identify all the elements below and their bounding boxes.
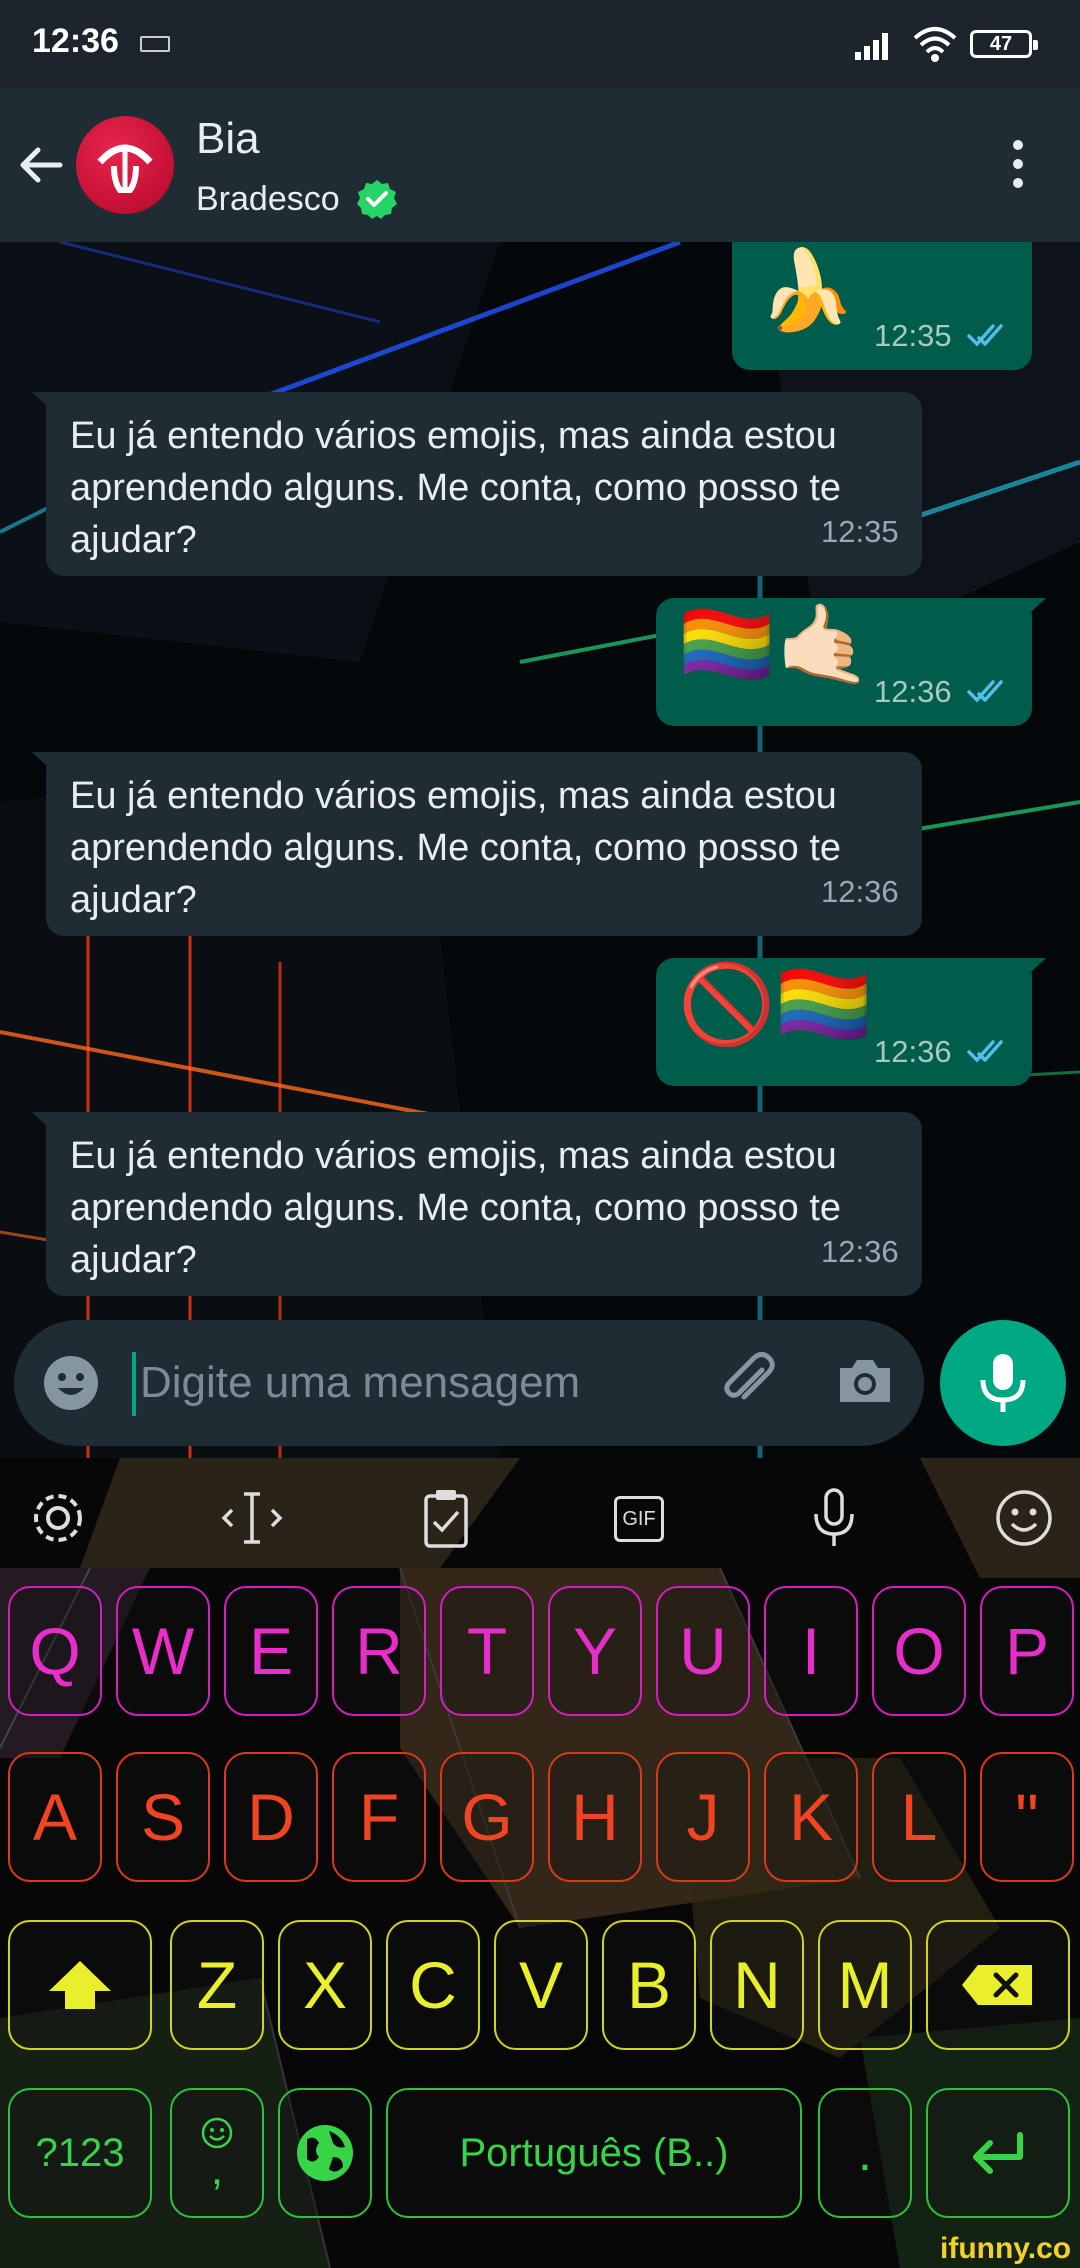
watermark: ifunny.co	[940, 2232, 1072, 2265]
gif-icon[interactable]: GIF	[606, 1484, 674, 1552]
message-text: Eu já entendo vários emojis, mas ainda e…	[70, 415, 842, 561]
period-key[interactable]: .	[818, 2088, 912, 2218]
contact-subtitle[interactable]: Bradesco	[196, 180, 340, 219]
voice-input-icon[interactable]	[800, 1484, 868, 1552]
incoming-message[interactable]: Eu já entendo vários emojis, mas ainda e…	[32, 752, 922, 936]
avatar[interactable]	[76, 116, 174, 214]
key[interactable]: O	[872, 1586, 966, 1716]
key[interactable]: W	[116, 1586, 210, 1716]
battery-level: 47	[989, 33, 1013, 55]
key[interactable]: U	[656, 1586, 750, 1716]
key[interactable]: R	[332, 1586, 426, 1716]
key[interactable]: Q	[8, 1586, 102, 1716]
message-time: 12:36	[874, 674, 952, 709]
more-options-icon[interactable]	[1006, 140, 1030, 196]
bubble-tail	[1016, 598, 1046, 626]
key[interactable]: C	[386, 1920, 480, 2050]
chat-header: Bia Bradesco	[0, 88, 1080, 242]
key[interactable]: V	[494, 1920, 588, 2050]
key[interactable]: S	[116, 1752, 210, 1882]
read-receipt-icon	[967, 1040, 1003, 1063]
message-time: 12:36	[874, 1034, 952, 1069]
key[interactable]: H	[548, 1752, 642, 1882]
verified-badge-icon	[357, 180, 397, 219]
cursor-move-icon[interactable]	[218, 1484, 286, 1552]
emoji-button-icon[interactable]	[42, 1354, 100, 1412]
wifi-icon	[913, 27, 957, 62]
emoji-comma-key[interactable]: ,	[170, 2088, 264, 2218]
keyboard: GIF Q W E R T Y U I O P A S D F G H J K …	[0, 1458, 1080, 2268]
key[interactable]: B	[602, 1920, 696, 2050]
incoming-message[interactable]: Eu já entendo vários emojis, mas ainda e…	[32, 1112, 922, 1296]
signal-icon	[855, 28, 895, 60]
message-time: 12:35	[821, 514, 899, 549]
space-bar[interactable]: Português (B..)	[386, 2088, 802, 2218]
key[interactable]: I	[764, 1586, 858, 1716]
key[interactable]: D	[224, 1752, 318, 1882]
back-arrow-icon[interactable]	[16, 140, 66, 190]
key[interactable]: N	[710, 1920, 804, 2050]
key[interactable]: J	[656, 1752, 750, 1882]
language-key[interactable]	[278, 2088, 372, 2218]
globe-icon	[297, 2125, 353, 2181]
key[interactable]: A	[8, 1752, 102, 1882]
emoji-icon[interactable]	[990, 1484, 1058, 1552]
enter-key[interactable]	[926, 2088, 1070, 2218]
key[interactable]: K	[764, 1752, 858, 1882]
outgoing-message[interactable]: 🚫🏳️‍🌈 12:36	[656, 958, 1046, 1086]
text-caret	[132, 1352, 136, 1416]
message-time: 12:36	[821, 1234, 899, 1269]
gif-label: GIF	[614, 1496, 664, 1542]
message-input[interactable]	[140, 1348, 700, 1418]
keyboard-notification-icon	[140, 36, 170, 52]
voice-message-button[interactable]	[940, 1320, 1066, 1446]
read-receipt-icon	[967, 680, 1003, 703]
message-text: Eu já entendo vários emojis, mas ainda e…	[70, 775, 842, 921]
message-text: Eu já entendo vários emojis, mas ainda e…	[70, 1135, 842, 1281]
bubble-tail	[32, 392, 62, 420]
outgoing-message[interactable]: 🏳️‍🌈🤙🏻 12:36	[656, 598, 1046, 726]
key[interactable]: E	[224, 1586, 318, 1716]
microphone-icon	[980, 1354, 1026, 1412]
clipboard-icon[interactable]	[412, 1484, 480, 1552]
contact-name[interactable]: Bia	[196, 114, 260, 164]
chat-area[interactable]: 🍌 12:35 Eu já entendo vários emojis, mas…	[0, 242, 1080, 1458]
enter-arrow-icon	[973, 2132, 1023, 2174]
key[interactable]: F	[332, 1752, 426, 1882]
symbols-key[interactable]: ?123	[8, 2088, 152, 2218]
bubble-tail	[32, 752, 62, 780]
key[interactable]: T	[440, 1586, 534, 1716]
key[interactable]: M	[818, 1920, 912, 2050]
camera-icon[interactable]	[834, 1350, 896, 1412]
message-time: 12:35	[874, 318, 952, 353]
message-emoji: 🚫🏳️‍🌈	[678, 960, 873, 1050]
message-emoji: 🏳️‍🌈🤙🏻	[678, 600, 873, 690]
shift-key[interactable]	[8, 1920, 152, 2050]
outgoing-message[interactable]: 🍌 12:35	[732, 242, 1032, 370]
shift-arrow-icon	[49, 1961, 111, 2009]
attach-icon[interactable]	[716, 1348, 782, 1414]
bubble-tail	[1016, 958, 1046, 986]
settings-icon[interactable]	[24, 1484, 92, 1552]
key[interactable]: P	[980, 1586, 1074, 1716]
key[interactable]: "	[980, 1752, 1074, 1882]
battery-icon: 47	[970, 30, 1038, 58]
comma-label: ,	[210, 2145, 224, 2194]
read-receipt-icon	[967, 324, 1003, 347]
key[interactable]: L	[872, 1752, 966, 1882]
message-time: 12:36	[821, 874, 899, 909]
message-emoji: 🍌	[758, 246, 856, 336]
message-composer	[14, 1320, 924, 1446]
key[interactable]: Y	[548, 1586, 642, 1716]
backspace-key[interactable]	[926, 1920, 1070, 2050]
key[interactable]: X	[278, 1920, 372, 2050]
status-bar: 12:36 47	[0, 0, 1080, 88]
status-time: 12:36	[32, 22, 119, 60]
bradesco-logo-icon	[97, 144, 153, 193]
backspace-icon	[962, 1965, 1032, 2005]
key[interactable]: G	[440, 1752, 534, 1882]
incoming-message[interactable]: Eu já entendo vários emojis, mas ainda e…	[32, 392, 922, 576]
key[interactable]: Z	[170, 1920, 264, 2050]
bubble-tail	[32, 1112, 62, 1140]
